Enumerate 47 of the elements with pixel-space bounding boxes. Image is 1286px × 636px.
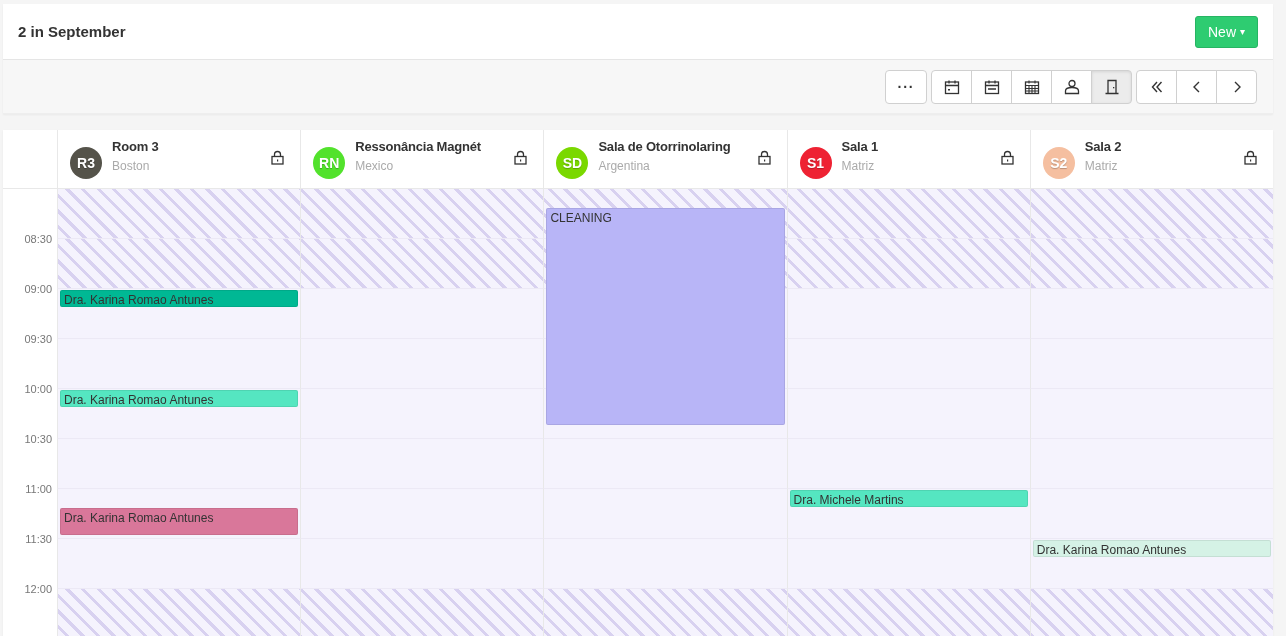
calendar-week-icon [983, 78, 1000, 95]
appointment-event[interactable]: Dra. Karina Romao Antunes [60, 390, 299, 407]
room-name: Ressonância Magnét [355, 139, 481, 154]
page-title: 2 in September [18, 23, 126, 40]
lock-icon[interactable] [757, 150, 771, 165]
room-name: Sala 2 [1084, 139, 1122, 154]
appointment-event[interactable]: CLEANING [546, 208, 785, 425]
professional-view-button[interactable] [1051, 69, 1092, 104]
more-button[interactable]: ··· [885, 69, 927, 104]
time-label: 11:00 [25, 483, 52, 495]
avatar: RN [313, 147, 346, 179]
time-label: 10:00 [24, 383, 52, 395]
month-view-button[interactable] [1011, 69, 1052, 104]
room-name: Room 3 [112, 139, 159, 154]
day-view-button[interactable] [931, 69, 972, 104]
room-location: Mexico [355, 159, 394, 173]
calendar-month-icon [1023, 78, 1040, 95]
lock-icon[interactable] [1244, 150, 1257, 165]
person-icon [1063, 78, 1080, 95]
door-icon [1103, 78, 1120, 95]
room-location: Matriz [1084, 159, 1118, 173]
time-label: 11:30 [25, 533, 52, 545]
room-name: Sala de Otorrinolaring [598, 139, 731, 154]
time-label: 09:00 [24, 283, 52, 295]
appointment-event[interactable]: Dra. Karina Romao Antunes [60, 290, 299, 307]
room-location: Boston [112, 159, 150, 173]
appointment-event[interactable]: Dra. Michele Martins [789, 490, 1028, 507]
appointment-event[interactable]: Dra. Karina Romao Antunes [1032, 540, 1271, 557]
time-label: 12:00 [24, 583, 52, 595]
avatar: R3 [70, 147, 102, 179]
time-label: 10:30 [24, 433, 52, 445]
calendar-day-icon [943, 78, 960, 95]
lock-icon[interactable] [514, 150, 528, 165]
avatar: SD [556, 147, 589, 179]
room-name: Sala 1 [841, 139, 878, 154]
avatar: S1 [799, 147, 832, 179]
week-view-button[interactable] [971, 69, 1012, 104]
room-view-button[interactable] [1091, 69, 1132, 104]
room-location: Argentina [598, 159, 650, 173]
first-button[interactable] [1136, 69, 1177, 104]
lock-icon[interactable] [271, 150, 285, 165]
appointment-event[interactable]: Dra. Karina Romao Antunes [60, 508, 299, 535]
time-label: 08:30 [24, 233, 52, 245]
time-label: 09:30 [24, 333, 52, 345]
room-location: Matriz [841, 159, 875, 173]
avatar: S2 [1042, 147, 1075, 179]
lock-icon[interactable] [1000, 150, 1014, 165]
